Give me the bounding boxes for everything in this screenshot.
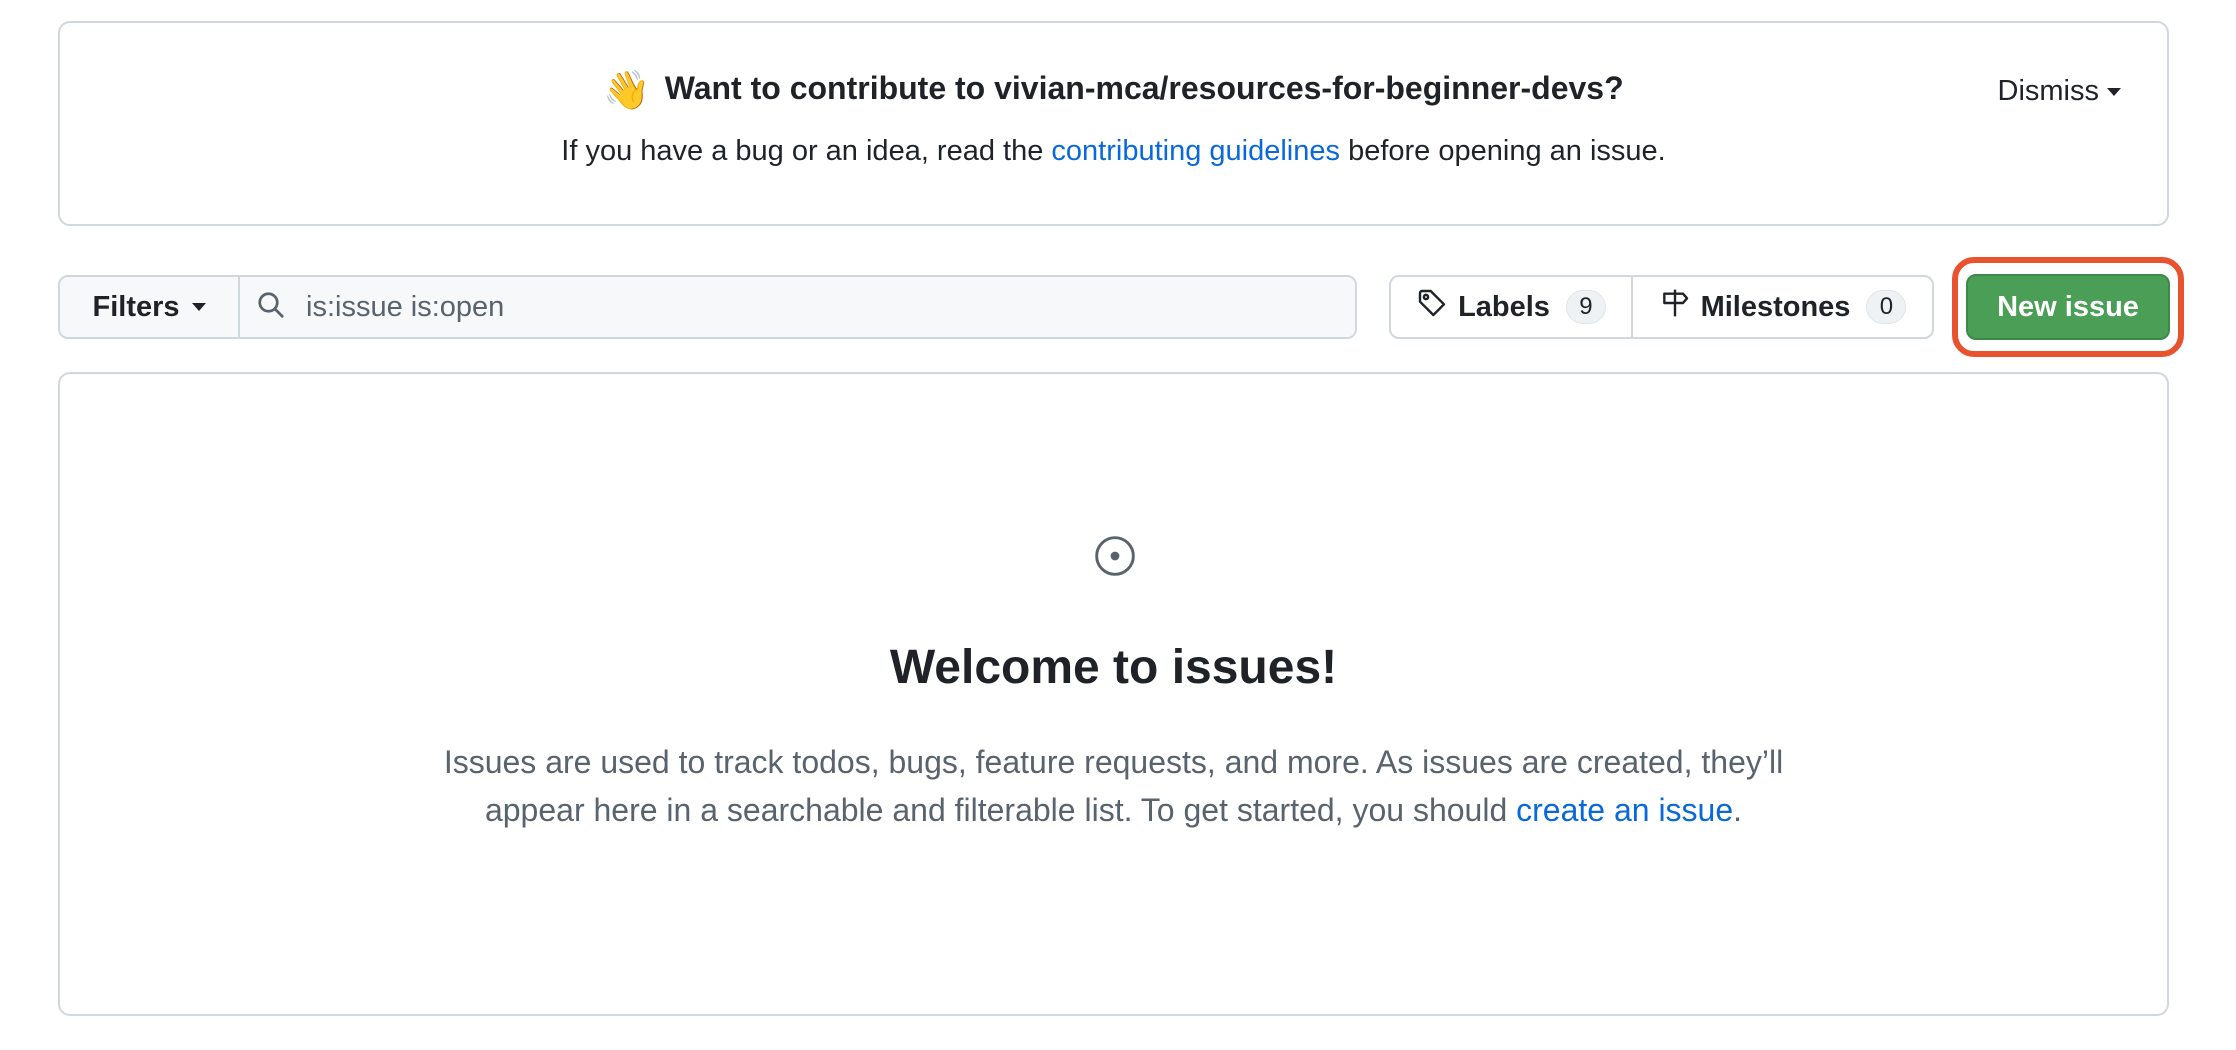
labels-count-badge: 9 xyxy=(1565,290,1606,324)
issue-opened-icon xyxy=(1093,534,1137,578)
dismiss-button[interactable]: Dismiss xyxy=(1997,75,2121,108)
milestones-button[interactable]: Milestones 0 xyxy=(1633,277,1932,337)
search-input[interactable] xyxy=(304,289,1304,325)
filters-button[interactable]: Filters xyxy=(60,277,240,337)
tag-icon xyxy=(1416,287,1448,327)
issues-page: 👋 Want to contribute to vivian-mca/resour… xyxy=(0,0,2236,1050)
banner-title-text: Want to contribute to vivian-mca/resourc… xyxy=(664,70,1624,106)
empty-state-description: Issues are used to track todos, bugs, fe… xyxy=(400,738,1827,834)
filters-search-group: Filters xyxy=(58,275,1357,339)
milestones-label: Milestones xyxy=(1700,290,1851,323)
caret-down-icon xyxy=(191,303,206,311)
milestone-icon xyxy=(1659,287,1691,327)
empty-state-title: Welcome to issues! xyxy=(889,641,1338,694)
filters-label: Filters xyxy=(92,290,180,323)
milestones-count-badge: 0 xyxy=(1866,290,1907,324)
caret-down-icon xyxy=(2107,87,2121,96)
labels-milestones-group: Labels 9 Milestones 0 xyxy=(1389,275,1934,339)
create-issue-link[interactable]: create an issue xyxy=(1516,792,1733,828)
empty-state-line2: appear here in a searchable and filterab… xyxy=(484,792,1517,828)
new-issue-button[interactable]: New issue xyxy=(1966,274,2170,340)
search-box xyxy=(240,277,1355,337)
search-icon xyxy=(256,290,286,325)
banner-body: If you have a bug or an idea, read the c… xyxy=(60,133,2167,171)
banner-body-prefix: If you have a bug or an idea, read the xyxy=(561,135,1052,167)
contributing-guidelines-link[interactable]: contributing guidelines xyxy=(1051,135,1340,167)
wave-emoji: 👋 xyxy=(603,70,651,112)
labels-button[interactable]: Labels 9 xyxy=(1391,277,1633,337)
banner-title: 👋 Want to contribute to vivian-mca/resour… xyxy=(60,69,2167,115)
empty-state-suffix: . xyxy=(1733,792,1743,828)
labels-label: Labels xyxy=(1458,290,1550,323)
contribute-banner: 👋 Want to contribute to vivian-mca/resour… xyxy=(58,21,2169,226)
banner-body-suffix: before opening an issue. xyxy=(1340,135,1666,167)
empty-state-line1: Issues are used to track todos, bugs, fe… xyxy=(443,744,1784,780)
dismiss-label: Dismiss xyxy=(1997,75,2100,107)
